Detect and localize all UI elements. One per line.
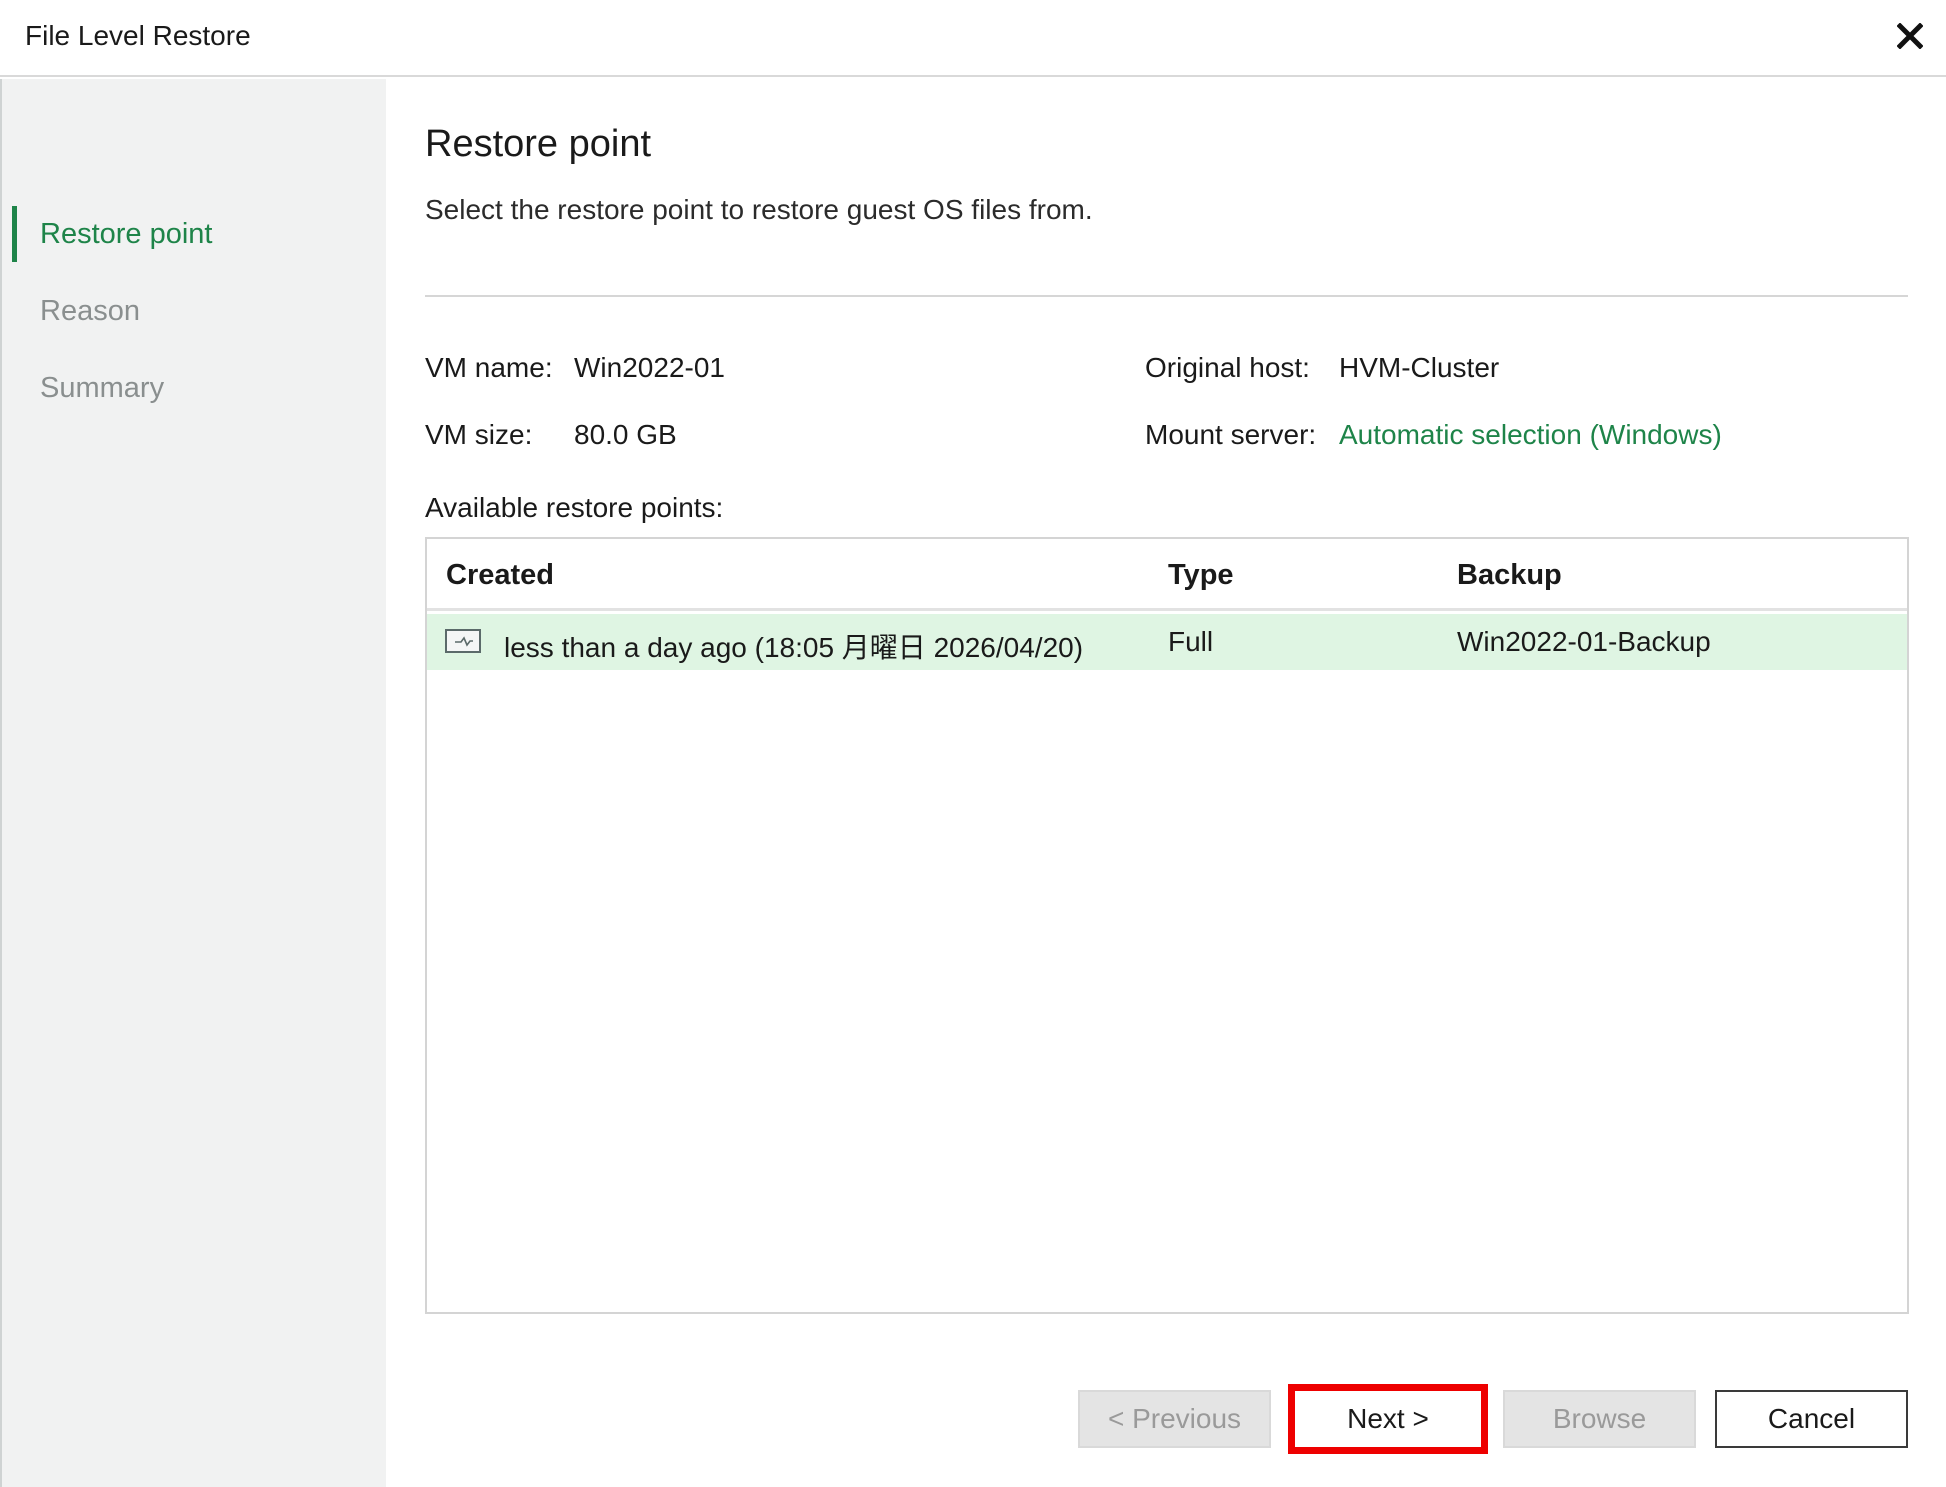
mount-server-link[interactable]: Automatic selection (Windows) (1339, 419, 1722, 451)
window-title: File Level Restore (25, 20, 251, 51)
header-divider (425, 295, 1908, 297)
restore-points-list[interactable]: Created Type Backup less than a day ago … (425, 537, 1909, 1314)
column-backup[interactable]: Backup (1457, 559, 1562, 592)
table-row[interactable]: less than a day ago (18:05 月曜日 2026/04/2… (427, 614, 1907, 670)
list-header: Created Type Backup (427, 539, 1907, 611)
page-description: Select the restore point to restore gues… (425, 194, 1093, 225)
cancel-button[interactable]: Cancel (1715, 1390, 1908, 1448)
row-backup: Win2022-01-Backup (1457, 626, 1711, 657)
restore-point-icon (445, 629, 481, 653)
restore-points-label: Available restore points: (425, 492, 724, 523)
original-host-label: Original host: (1145, 352, 1310, 383)
page-title: Restore point (425, 123, 652, 165)
row-type: Full (1168, 626, 1214, 657)
previous-button[interactable]: < Previous (1078, 1390, 1271, 1448)
close-button[interactable] (1886, 12, 1934, 60)
browse-button[interactable]: Browse (1503, 1390, 1696, 1448)
row-created: less than a day ago (18:05 月曜日 2026/04/2… (504, 632, 1084, 663)
wizard-steps-sidebar: Restore point Reason Summary (0, 79, 386, 1487)
column-created[interactable]: Created (446, 559, 554, 592)
vm-name-value: Win2022-01 (574, 352, 725, 383)
active-step-indicator (12, 206, 17, 262)
vm-size-label: VM size: (425, 419, 533, 450)
vm-name-label: VM name: (425, 352, 553, 383)
vm-size-value: 80.0 GB (574, 419, 677, 450)
wizard-content: Restore point Select the restore point t… (386, 79, 1946, 1487)
original-host-value: HVM-Cluster (1339, 352, 1500, 383)
step-restore-point[interactable]: Restore point (40, 218, 213, 251)
mount-server-label: Mount server: (1145, 419, 1317, 450)
next-button[interactable]: Next > (1288, 1384, 1488, 1454)
close-icon (1897, 23, 1923, 49)
column-type[interactable]: Type (1168, 559, 1234, 592)
title-bar: File Level Restore (0, 0, 1946, 77)
step-reason[interactable]: Reason (40, 295, 140, 328)
step-summary[interactable]: Summary (40, 372, 164, 405)
